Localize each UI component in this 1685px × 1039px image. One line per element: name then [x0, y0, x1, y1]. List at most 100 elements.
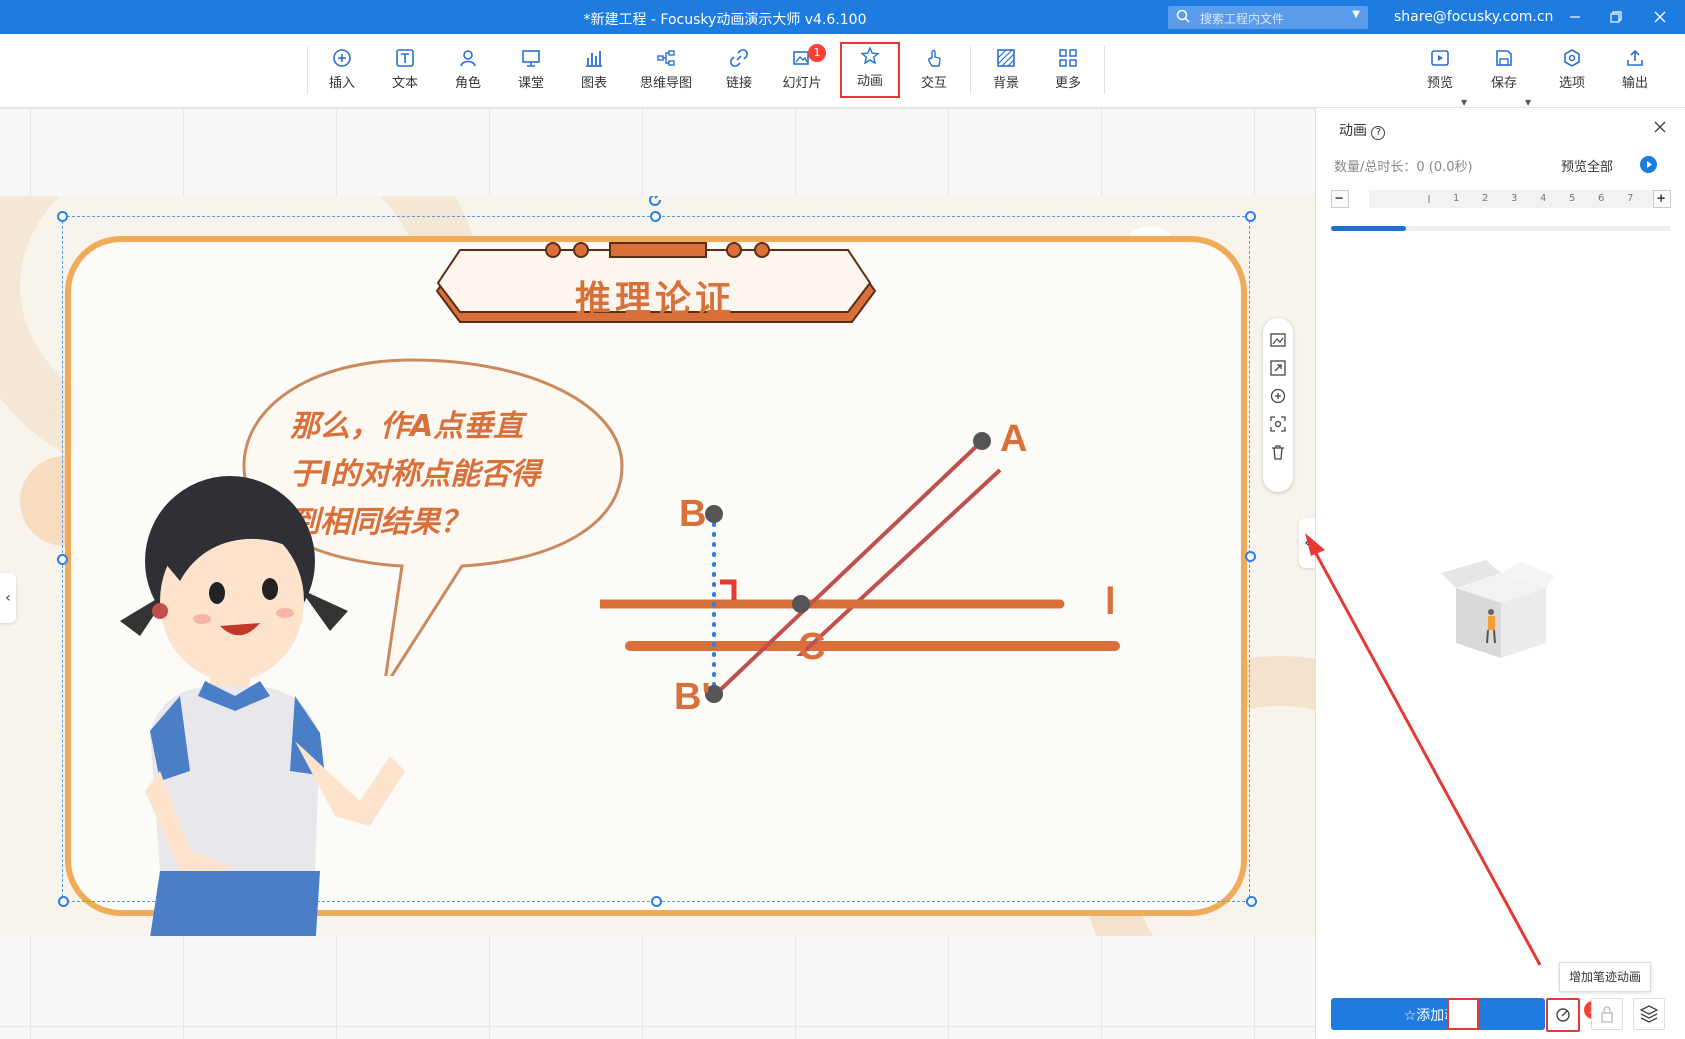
resize-handle[interactable] [1245, 551, 1256, 562]
animation-panel: 动画 ? 数量/总时长：0 (0.0秒) 预览全部 1 2 3 4 5 6 7 … [1315, 108, 1685, 1039]
lock-animation-button[interactable] [1591, 998, 1623, 1030]
toolbar-chart[interactable]: 图表 [566, 46, 622, 96]
bubble-text-line: 那么，作A点垂直 [290, 409, 524, 444]
toolbar-chart-label: 图表 [580, 76, 607, 91]
delete-icon[interactable] [1270, 444, 1286, 460]
animation-icon [860, 46, 880, 65]
left-collapse-tab[interactable]: ‹ [0, 573, 16, 623]
add-circle-icon[interactable] [1270, 388, 1286, 404]
slide-frame[interactable]: 推理论证 那么，作A点垂直 于l的对称点能否得 到相同结果？ A B C B' … [0, 196, 1315, 936]
resize-handle[interactable] [1246, 896, 1257, 907]
toolbar-mindmap-label: 思维导图 [639, 76, 692, 91]
toolbar-link[interactable]: 链接 [711, 46, 767, 96]
toolbar-interact-label: 交互 [920, 76, 947, 91]
toolbar-slide-label: 幻灯片 [782, 76, 822, 91]
replace-image-icon[interactable] [1270, 332, 1286, 348]
toolbar-options-label: 选项 [1558, 76, 1585, 91]
save-dropdown-icon[interactable]: ▼ [1525, 98, 1531, 107]
add-handwriting-animation-button[interactable] [1546, 998, 1580, 1032]
toolbar-divider [970, 46, 971, 94]
preview-icon [1431, 50, 1449, 66]
toolbar-interact[interactable]: 交互 [906, 46, 962, 96]
help-icon[interactable]: ? [1371, 126, 1386, 140]
chart-icon [586, 51, 602, 67]
add-animation-button[interactable]: ☆添加动画 [1331, 998, 1545, 1030]
timeline-scrollbar-thumb[interactable] [1331, 226, 1406, 231]
search-box[interactable]: 搜索工程内文件 ▼ [1168, 6, 1368, 29]
resize-handle[interactable] [57, 554, 68, 565]
toolbar-classroom-label: 课堂 [517, 76, 544, 91]
focus-frame-icon[interactable] [1270, 416, 1286, 432]
search-placeholder: 搜索工程内文件 [1200, 12, 1285, 26]
toolbar-export[interactable]: 输出 [1607, 46, 1663, 96]
account-email[interactable]: share@focusky.com.cn [1394, 9, 1553, 25]
minimize-icon[interactable] [1560, 6, 1590, 28]
slide-badge: 1 [808, 44, 826, 62]
restore-icon[interactable] [1601, 6, 1631, 28]
timeline-scrollbar[interactable] [1331, 226, 1671, 231]
options-icon [1564, 49, 1580, 67]
empty-state-illustration [1441, 560, 1556, 658]
ruler-tick: 3 [1511, 193, 1518, 204]
timeline-ruler[interactable]: 1 2 3 4 5 6 7 [1331, 190, 1671, 210]
toolbar-text[interactable]: 文本 [377, 46, 433, 96]
point-label-a: A [1000, 418, 1028, 460]
point-label-b: B [679, 493, 707, 535]
toolbar-more-label: 更多 [1054, 76, 1081, 91]
resize-handle[interactable] [58, 896, 69, 907]
toolbar-options[interactable]: 选项 [1544, 46, 1600, 96]
resize-handle[interactable] [1245, 211, 1256, 222]
toolbar-insert[interactable]: 插入 [314, 46, 370, 96]
main-toolbar: 插入 文本 角色 课堂 图表 思维导图 链接 幻灯片 1 动画 交互 背景 更多… [0, 34, 1685, 108]
expand-icon[interactable] [1270, 360, 1286, 376]
add-path-animation-button-outline [1447, 998, 1479, 1030]
toolbar-animation[interactable]: 动画 [840, 42, 900, 98]
zoom-in-button[interactable] [1653, 190, 1671, 208]
close-icon[interactable] [1645, 6, 1675, 28]
timeline-track[interactable]: 1 2 3 4 5 6 7 [1369, 190, 1661, 208]
panel-title: 动画 ? [1339, 120, 1386, 140]
classroom-icon [522, 50, 540, 67]
toolbar-animation-label: 动画 [856, 74, 883, 89]
save-icon [1496, 50, 1512, 66]
chevron-down-icon[interactable]: ▼ [1352, 9, 1360, 20]
toolbar-link-label: 链接 [725, 76, 752, 91]
star-icon: ☆ [1403, 1008, 1417, 1024]
role-icon [460, 50, 476, 67]
ruler-tick: 7 [1627, 193, 1634, 204]
mindmap-icon [657, 50, 675, 66]
toolbar-background-label: 背景 [992, 76, 1019, 91]
toolbar-divider [307, 46, 308, 94]
layers-button[interactable] [1633, 998, 1665, 1030]
editor-canvas[interactable]: 推理论证 那么，作A点垂直 于l的对称点能否得 到相同结果？ A B C B' … [0, 108, 1315, 1039]
zoom-out-button[interactable] [1331, 190, 1349, 208]
ruler-tick: 4 [1540, 193, 1547, 204]
lock-icon [1601, 1006, 1613, 1023]
more-icon [1059, 49, 1077, 67]
toolbar-save[interactable]: 保存 [1476, 46, 1532, 96]
toolbar-classroom[interactable]: 课堂 [503, 46, 559, 96]
pen-path-icon [1556, 1008, 1570, 1022]
point-label-c: C [798, 626, 826, 668]
toolbar-role[interactable]: 角色 [440, 46, 496, 96]
geometry-diagram-overlay [600, 432, 1065, 703]
layers-icon [1639, 1005, 1659, 1023]
toolbar-background[interactable]: 背景 [978, 46, 1034, 96]
toolbar-mindmap[interactable]: 思维导图 [630, 46, 702, 96]
preview-all-label: 预览全部 [1561, 160, 1614, 175]
toolbar-export-label: 输出 [1621, 76, 1648, 91]
point-label-b-prime: B' [674, 676, 711, 718]
resize-handle[interactable] [57, 211, 68, 222]
close-panel-icon[interactable] [1653, 120, 1667, 134]
toolbar-text-label: 文本 [391, 76, 418, 91]
preview-all-button[interactable]: 预览全部 [1551, 152, 1661, 178]
toolbar-more[interactable]: 更多 [1040, 46, 1096, 96]
toolbar-slide[interactable]: 幻灯片 1 [774, 44, 830, 96]
girl-character-illustration [120, 476, 405, 936]
preview-dropdown-icon[interactable]: ▼ [1461, 98, 1467, 107]
ruler-tick: 6 [1598, 193, 1605, 204]
title-bar: *新建工程 - Focusky动画演示大师 v4.6.100 搜索工程内文件 ▼… [0, 0, 1685, 34]
toolbar-preview[interactable]: 预览 [1412, 46, 1468, 96]
right-collapse-tab[interactable]: ‹ [1299, 518, 1315, 568]
toolbar-insert-label: 插入 [328, 76, 355, 91]
